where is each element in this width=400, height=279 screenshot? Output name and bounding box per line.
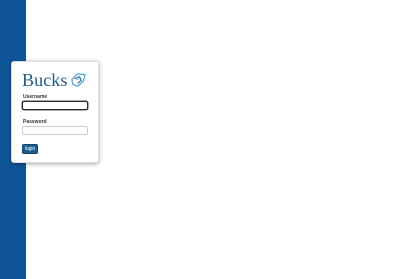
username-label: Username <box>23 94 48 100</box>
password-input[interactable] <box>22 126 88 135</box>
username-input[interactable] <box>22 101 88 110</box>
brand-logo-text: Bucks <box>22 70 68 90</box>
password-label: Password <box>23 119 47 125</box>
login-page: Bucks Username Password login <box>0 0 400 279</box>
login-card: Bucks Username Password login <box>11 61 99 163</box>
brand-logo: Bucks <box>22 69 88 91</box>
bucks-emblem-icon <box>70 72 86 87</box>
login-button[interactable]: login <box>22 144 38 154</box>
